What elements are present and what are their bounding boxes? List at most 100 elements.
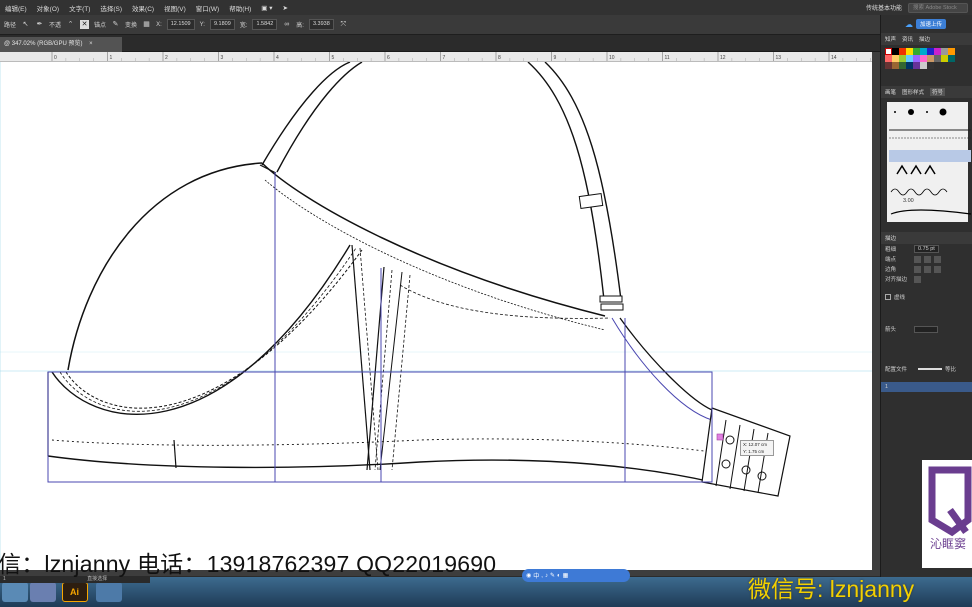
stroke-panel-header[interactable]: 描边 (881, 232, 972, 244)
band-side-edge[interactable] (619, 317, 713, 411)
swatch[interactable] (941, 55, 948, 62)
swatch[interactable] (941, 48, 948, 55)
corner-miter-button[interactable] (914, 265, 921, 273)
menu-select[interactable]: 选择(S) (95, 3, 127, 13)
height-field[interactable]: 3.3938 (308, 19, 334, 30)
app-switch-icon[interactable]: ▣ ▾ (256, 4, 277, 12)
reference-point-icon[interactable]: ▦ (142, 20, 151, 29)
cap-round-button[interactable] (924, 255, 931, 263)
menu-help[interactable]: 帮助(H) (224, 3, 256, 13)
swatch[interactable] (885, 62, 892, 69)
stroke-weight-field[interactable]: 0.75 pt (914, 245, 939, 253)
illustrator-taskbar-icon[interactable]: Ai (62, 582, 88, 602)
swatch[interactable] (920, 55, 927, 62)
swatch[interactable] (948, 55, 955, 62)
swatch[interactable] (892, 55, 899, 62)
x-field[interactable]: 12.1509 (166, 19, 195, 30)
width-field[interactable]: 1.5842 (252, 19, 278, 30)
ime-toolbar[interactable]: ◉ 中 , ♪ ✎ ◐ ▦ (522, 569, 630, 582)
corner-round-button[interactable] (924, 265, 931, 273)
swatch[interactable] (892, 62, 899, 69)
photos-taskbar-icon[interactable] (30, 582, 56, 602)
direct-select-icon[interactable]: ↖ (21, 20, 30, 29)
cap-square-button[interactable] (934, 255, 941, 263)
ime-settings-icon[interactable]: ▦ (563, 572, 569, 579)
anchor-point[interactable] (716, 433, 724, 441)
swatch[interactable] (899, 62, 906, 69)
swatch[interactable] (892, 48, 899, 55)
convert-anchor-icon[interactable]: ⌃ (66, 20, 75, 29)
app-taskbar-icon[interactable] (96, 582, 122, 602)
tab-graphic-styles[interactable]: 图形样式 (902, 88, 924, 96)
swatch[interactable] (885, 48, 892, 55)
cap-butt-button[interactable] (914, 255, 921, 263)
brush-icon[interactable]: ✎ (111, 20, 120, 29)
menu-effect[interactable]: 效果(C) (127, 3, 159, 13)
isolate-icon[interactable]: ⤧ (339, 20, 348, 29)
cup-outline[interactable] (67, 162, 263, 371)
layer-row[interactable]: 1 (881, 382, 972, 392)
tab-panel-3[interactable]: 描边 (919, 35, 930, 43)
profile-preview[interactable] (918, 368, 942, 370)
menu-object[interactable]: 对象(O) (32, 3, 64, 13)
swatch[interactable] (913, 62, 920, 69)
center-seam[interactable] (351, 244, 371, 471)
swatch[interactable] (927, 48, 934, 55)
cloud-upload-button[interactable]: 加速上传 (916, 19, 947, 29)
ime-punct-icon[interactable]: , (541, 573, 543, 579)
stock-search-input[interactable]: 搜索 Adobe Stock (908, 2, 968, 13)
corner-bevel-button[interactable] (934, 265, 941, 273)
swatch[interactable] (920, 62, 927, 69)
swatch[interactable] (899, 48, 906, 55)
profile-value[interactable]: 等比 (945, 365, 956, 373)
swatch[interactable] (906, 62, 913, 69)
panel-collapse-strip[interactable] (873, 24, 882, 74)
horizontal-ruler[interactable]: 0 1 2 3 4 5 6 7 8 9 10 11 12 13 14 (0, 52, 872, 62)
workspace-switcher[interactable]: 传统基本功能 (866, 3, 902, 12)
pen-icon[interactable]: ✒ (35, 20, 44, 29)
strap-ring[interactable] (599, 295, 623, 303)
tab-panel-1[interactable]: 知声 (885, 35, 896, 43)
swatch[interactable] (920, 48, 927, 55)
swatch[interactable] (906, 48, 913, 55)
swatch[interactable] (913, 55, 920, 62)
underwire-stitch[interactable] (65, 249, 363, 409)
arrow-start-select[interactable] (914, 325, 938, 333)
swatch[interactable] (948, 48, 955, 55)
swatch[interactable] (927, 62, 934, 69)
close-tab-icon[interactable]: × (89, 41, 93, 47)
menu-type[interactable]: 文字(T) (64, 3, 95, 13)
ime-voice-icon[interactable]: ♪ (545, 573, 548, 579)
tab-brushes[interactable]: 画笔 (885, 88, 896, 96)
explorer-taskbar-icon[interactable] (2, 582, 28, 602)
swatch[interactable] (934, 55, 941, 62)
transform-label[interactable]: 变换 (125, 20, 137, 29)
ime-logo-icon[interactable]: ◉ (526, 572, 531, 579)
ime-pen-icon[interactable]: ✎ (550, 572, 555, 579)
tab-panel-2[interactable]: 资讯 (902, 35, 913, 43)
send-icon[interactable]: ➤ (277, 4, 292, 12)
swatch[interactable] (913, 48, 920, 55)
left-strap-inner[interactable] (276, 62, 363, 173)
swatch[interactable] (927, 55, 934, 62)
dashed-checkbox[interactable] (885, 294, 891, 300)
menu-edit[interactable]: 编辑(E) (0, 3, 32, 13)
underwire-outer[interactable] (51, 244, 351, 415)
swatch[interactable] (934, 48, 941, 55)
neckline-edge[interactable] (261, 162, 606, 317)
vertical-scrollbar[interactable] (872, 52, 880, 570)
y-field[interactable]: 9.1809 (209, 19, 235, 30)
swatch[interactable] (906, 55, 913, 62)
left-strap-outer[interactable] (261, 62, 351, 166)
menu-window[interactable]: 窗口(W) (191, 3, 224, 13)
swatch-grid[interactable] (881, 45, 972, 72)
document-tab[interactable]: @ 347.02% (RGB/GPU 预览) × (0, 37, 122, 52)
strap-slider[interactable] (578, 192, 604, 210)
align-center-button[interactable] (914, 275, 921, 283)
menu-view[interactable]: 视图(V) (159, 3, 191, 13)
tab-symbols[interactable]: 符号 (930, 88, 946, 96)
bra-technical-drawing[interactable] (0, 62, 872, 570)
artboard-canvas[interactable]: X: 12.07 cm Y: 1.75 cm (0, 62, 872, 570)
side-seam[interactable] (173, 439, 177, 469)
delete-anchor-icon[interactable]: ✕ (80, 20, 90, 29)
